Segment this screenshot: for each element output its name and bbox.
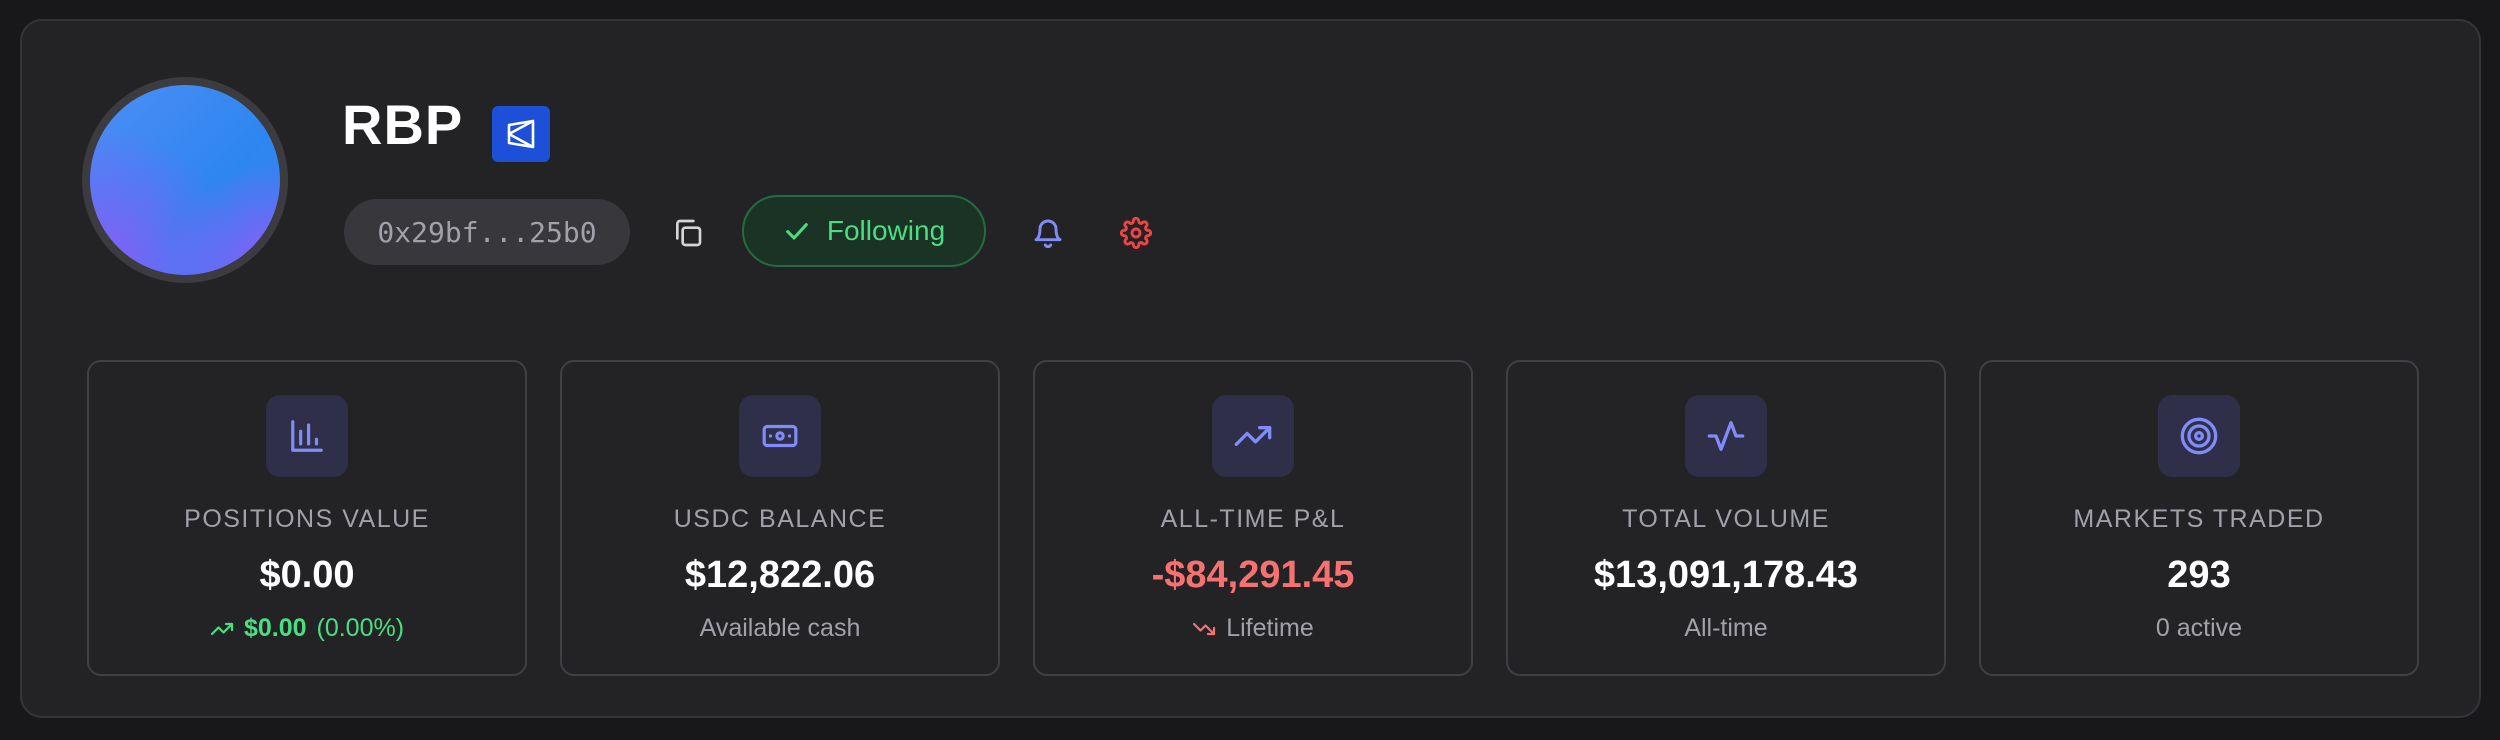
following-label: Following <box>826 215 946 246</box>
copy-address-button[interactable] <box>668 213 708 253</box>
stat-subtext: Available cash <box>562 614 998 643</box>
stat-value: 293 <box>2167 554 2231 596</box>
stat-subtext: All-time <box>1508 614 1944 643</box>
target-icon <box>2158 395 2240 477</box>
change-value: $0.00 <box>243 614 307 642</box>
stat-card-positions-value: POSITIONS VALUE $0.00 $0.00 (0.00%) <box>87 360 527 676</box>
stat-card-total-volume: TOTAL VOLUME $13,091,178.43 All-time <box>1506 360 1946 676</box>
bar-chart-icon <box>266 395 348 477</box>
stat-subtext-label: All-time <box>1684 614 1768 642</box>
change-percent: (0.00%) <box>316 614 405 642</box>
stat-value: -$84,291.45 <box>1151 554 1355 596</box>
stat-change: $0.00 (0.00%) <box>89 614 525 643</box>
profile-card: RBP 0x29bf...25b0 Following POSITIONS VA… <box>20 19 2481 718</box>
notifications-button[interactable] <box>1026 211 1070 255</box>
stat-label: TOTAL VOLUME <box>1622 505 1830 533</box>
stat-subtext: Lifetime <box>1035 614 1471 643</box>
stat-card-usdc-balance: USDC BALANCE $12,822.06 Available cash <box>560 360 1000 676</box>
wallet-address: 0x29bf...25b0 <box>344 199 630 265</box>
stat-value: $13,091,178.43 <box>1593 554 1859 596</box>
bell-icon <box>1034 219 1062 249</box>
stat-label: MARKETS TRADED <box>2073 505 2325 533</box>
stat-subtext: 0 active <box>1981 614 2417 643</box>
gear-icon <box>1120 217 1152 249</box>
activity-icon <box>1685 395 1767 477</box>
stat-value: $12,822.06 <box>684 554 876 596</box>
stat-card-markets-traded: MARKETS TRADED 293 0 active <box>1979 360 2419 676</box>
platform-badge-icon <box>492 106 550 162</box>
banknote-icon <box>739 395 821 477</box>
copy-icon <box>676 219 702 247</box>
trending-down-icon <box>1193 622 1216 635</box>
check-icon <box>786 223 808 240</box>
stat-label: ALL-TIME P&L <box>1160 505 1346 533</box>
stat-card-all-time-pnl: ALL-TIME P&L -$84,291.45 Lifetime <box>1033 360 1473 676</box>
trending-up-icon <box>1212 395 1294 477</box>
trending-up-icon <box>210 622 234 635</box>
stat-label: USDC BALANCE <box>673 505 887 533</box>
stat-subtext-label: Lifetime <box>1226 614 1314 642</box>
avatar-image <box>90 85 280 275</box>
stat-value: $0.00 <box>259 554 355 596</box>
stat-subtext-label: 0 active <box>2155 614 2243 642</box>
settings-button[interactable] <box>1114 211 1158 255</box>
avatar <box>82 77 288 283</box>
stat-label: POSITIONS VALUE <box>184 505 430 533</box>
stat-subtext-label: Available cash <box>699 614 861 642</box>
username: RBP <box>342 93 464 156</box>
following-button[interactable]: Following <box>742 195 986 267</box>
